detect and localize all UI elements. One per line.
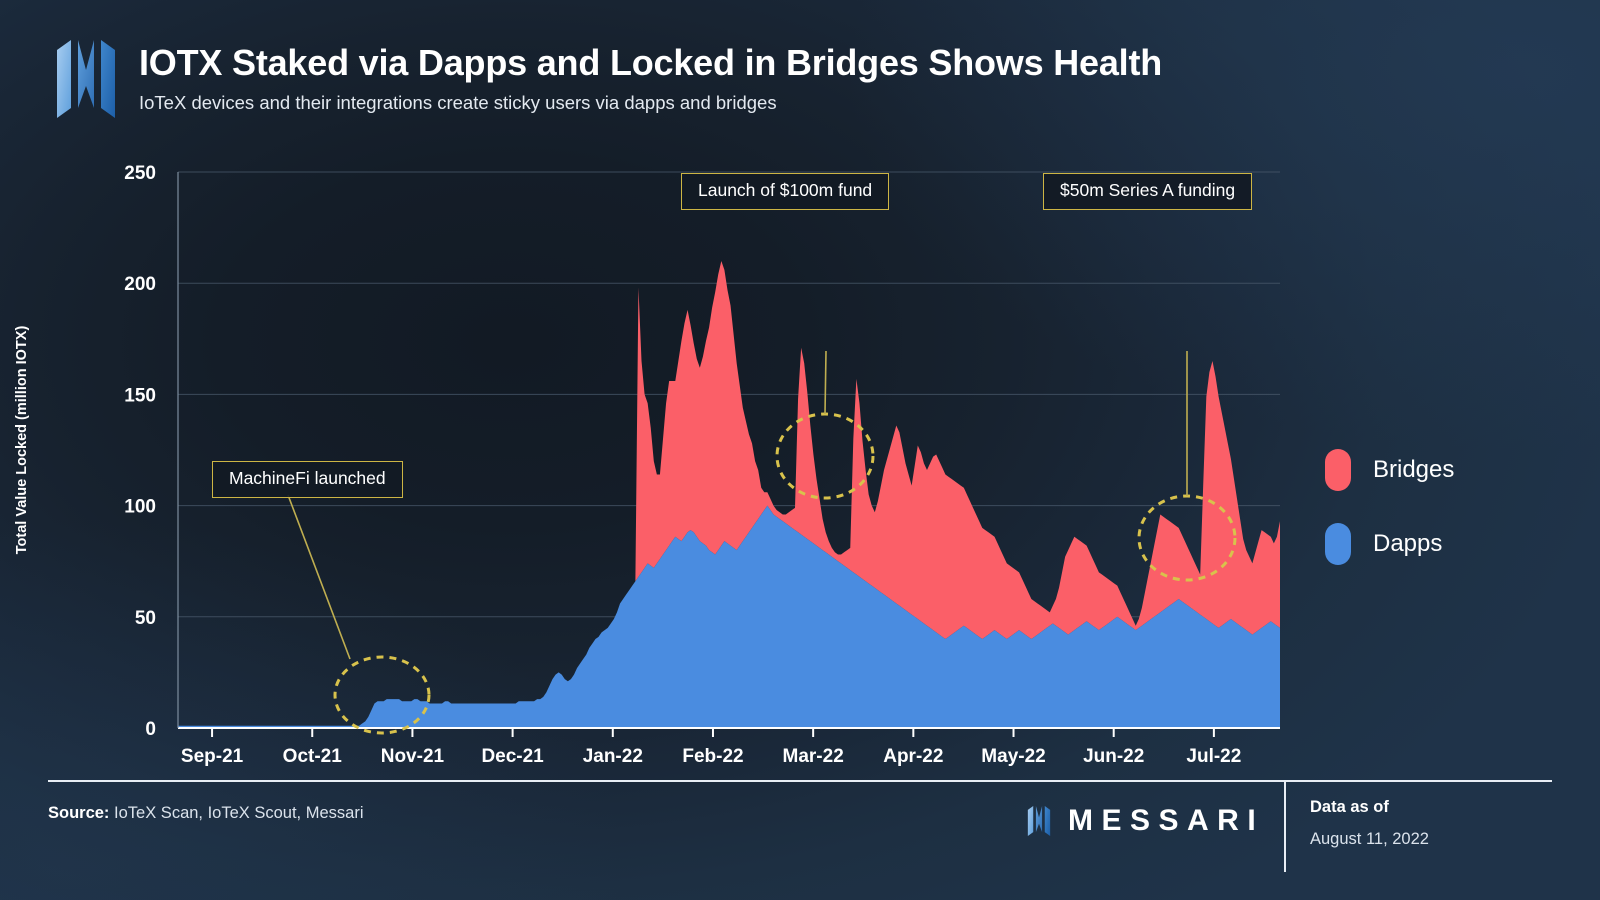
svg-text:150: 150 (124, 385, 156, 406)
svg-text:Nov-21: Nov-21 (381, 746, 445, 767)
svg-text:Jul-22: Jul-22 (1186, 746, 1241, 767)
y-axis-title: Total Value Locked (million IOTX) (14, 326, 30, 555)
svg-text:0: 0 (145, 719, 156, 740)
svg-text:May-22: May-22 (981, 746, 1045, 767)
y-axis-ticks: 0 50 100 150 200 250 (124, 163, 156, 740)
svg-text:200: 200 (124, 274, 156, 295)
svg-text:Feb-22: Feb-22 (682, 746, 743, 767)
svg-text:Jan-22: Jan-22 (583, 746, 643, 767)
svg-text:Apr-22: Apr-22 (883, 746, 943, 767)
legend-item-bridges[interactable]: Bridges (1325, 440, 1454, 500)
data-as-of-label: Data as of (1310, 798, 1389, 816)
svg-text:Mar-22: Mar-22 (783, 746, 844, 767)
brand-wordmark: MESSARI (1068, 804, 1265, 837)
svg-text:250: 250 (124, 163, 156, 184)
legend-label: Dapps (1373, 530, 1443, 557)
svg-text:50: 50 (135, 608, 156, 629)
annotation-machinefi: MachineFi launched (212, 461, 403, 499)
annotation-label: $50m Series A funding (1043, 173, 1253, 211)
source-label: Source: (48, 804, 110, 822)
svg-text:100: 100 (124, 497, 156, 518)
annotation-series-a: $50m Series A funding (1043, 173, 1253, 211)
chart-header: IOTX Staked via Dapps and Locked in Brid… (55, 40, 1162, 118)
legend-label: Bridges (1373, 456, 1455, 483)
footer-vertical-divider (1284, 780, 1286, 872)
svg-text:Jun-22: Jun-22 (1083, 746, 1144, 767)
data-as-of: Data as of August 11, 2022 (1310, 798, 1429, 849)
messari-logo-icon (1027, 806, 1051, 836)
legend-swatch-dapps (1325, 523, 1351, 565)
legend-item-dapps[interactable]: Dapps (1325, 514, 1454, 574)
messari-logo-icon (57, 40, 115, 118)
page-subtitle: IoTeX devices and their integrations cre… (139, 91, 777, 113)
data-as-of-value: August 11, 2022 (1310, 830, 1429, 848)
chart-legend: Bridges Dapps (1325, 440, 1454, 588)
messari-brand: MESSARI (1020, 804, 1264, 838)
svg-text:Oct-21: Oct-21 (283, 746, 343, 767)
annotation-fund100m: Launch of $100m fund (681, 173, 890, 211)
page-title: IOTX Staked via Dapps and Locked in Brid… (139, 42, 1163, 83)
source-note: Source: IoTeX Scan, IoTeX Scout, Messari (48, 804, 363, 823)
svg-text:Dec-21: Dec-21 (481, 746, 544, 767)
annotation-label: Launch of $100m fund (681, 173, 890, 211)
annotation-label: MachineFi launched (212, 461, 403, 499)
source-value: IoTeX Scan, IoTeX Scout, Messari (114, 804, 364, 822)
footer: Source: IoTeX Scan, IoTeX Scout, Messari… (0, 780, 1600, 900)
x-axis-ticks: Sep-21 Oct-21 Nov-21 Dec-21 Jan-22 Feb-22 Mar-… (181, 728, 1241, 767)
legend-swatch-bridges (1325, 449, 1351, 491)
svg-text:Sep-21: Sep-21 (181, 746, 244, 767)
